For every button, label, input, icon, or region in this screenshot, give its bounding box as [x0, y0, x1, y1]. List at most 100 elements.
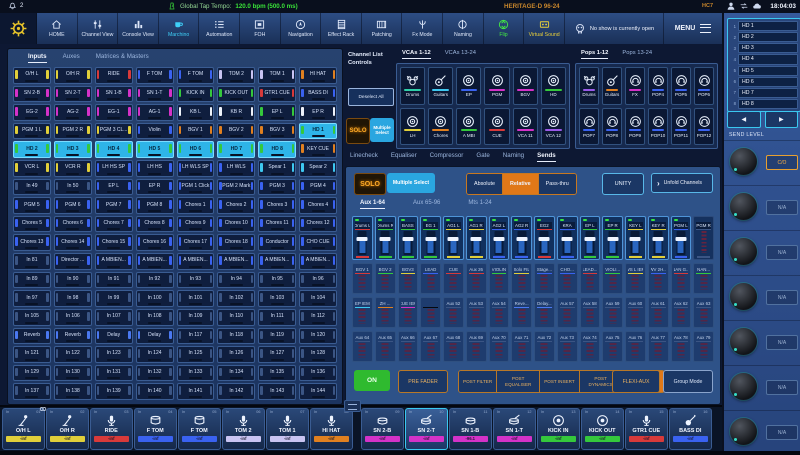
aux-send-strip[interactable]: EP R	[602, 216, 623, 260]
channel-button[interactable]: BGV 2	[217, 123, 255, 140]
aux-send-strip[interactable]: EP L	[580, 216, 601, 260]
channel-button[interactable]: In 98	[54, 290, 92, 307]
aux-send-strip[interactable]: WS L IEM	[625, 263, 646, 294]
rotary-knob[interactable]	[730, 193, 757, 220]
channel-button[interactable]: In 105	[13, 309, 51, 326]
brand-logo[interactable]	[0, 13, 37, 44]
aux-send-strip[interactable]: BGV3	[398, 263, 419, 294]
channel-button[interactable]: In 110	[217, 309, 255, 326]
vca-button[interactable]: VCA 11	[513, 108, 538, 146]
channel-button[interactable]: KEY CUE	[299, 141, 337, 158]
channel-button[interactable]: In 131	[95, 365, 133, 382]
channel-button[interactable]: PGM 8	[136, 197, 174, 214]
channel-button[interactable]: F TOM	[136, 67, 174, 84]
rotary-knob[interactable]	[730, 373, 757, 400]
fader-bank-strip[interactable]: In 09 SN 2-B -inf	[361, 408, 404, 450]
send-mode-button[interactable]: Relative	[503, 174, 539, 194]
panel-drag-handle[interactable]	[344, 400, 361, 412]
channel-button[interactable]: BASS DI	[299, 86, 337, 103]
aux-send-strip[interactable]: Aux 69	[466, 331, 487, 362]
aux-send-strip[interactable]: AG2 R	[511, 216, 532, 260]
fader-bank-strip[interactable]: In 02 O/H R -inf	[46, 408, 89, 450]
channel-button[interactable]: In 124	[136, 346, 174, 363]
channel-button[interactable]: HD 3	[54, 141, 92, 158]
channel-button[interactable]: Delay	[136, 328, 174, 345]
aux-send-strip[interactable]: Aux 60	[625, 297, 646, 328]
channel-button[interactable]: Director ...	[54, 253, 92, 270]
fader-bank-strip[interactable]: In 07 TOM 1 -inf	[266, 408, 309, 450]
channel-button[interactable]: HD 1	[299, 123, 337, 140]
aux-send-strip[interactable]: Aux 79	[693, 331, 714, 362]
hd-list-row[interactable]: 4 HD 4	[730, 54, 798, 64]
bank-right-button[interactable]: ▶	[765, 111, 799, 128]
channel-button[interactable]: In 121	[13, 346, 51, 363]
channel-button[interactable]: Chores 11	[258, 216, 296, 233]
send-fader[interactable]	[472, 231, 481, 255]
channel-button[interactable]: PGM 1 Click	[177, 179, 215, 196]
fader-bank-strip[interactable]: In 03 RIDE -inf	[90, 408, 133, 450]
vca-button[interactable]: HD	[541, 67, 566, 105]
channel-button[interactable]: In 111	[258, 309, 296, 326]
channel-button[interactable]: In 101	[177, 290, 215, 307]
pop-button[interactable]: Drums	[579, 67, 599, 105]
send-fader[interactable]	[540, 231, 549, 255]
menu-item[interactable]: Effect Rack	[321, 13, 362, 44]
knob-assign-button[interactable]: N/A	[766, 245, 798, 260]
channel-button[interactable]: PGM 5	[13, 197, 51, 214]
aux-send-strip[interactable]: Aux 58	[580, 297, 601, 328]
rotary-knob[interactable]	[730, 283, 757, 310]
channel-button[interactable]: PGM 3	[258, 179, 296, 196]
fader-bank-strip[interactable]: In 16 BASS DI -inf	[669, 408, 712, 450]
vca-button[interactable]: Chores	[428, 108, 453, 146]
send-mode-button[interactable]: Pass-thru	[539, 174, 576, 194]
channel-list-tab[interactable]: Inputs	[28, 53, 47, 63]
channel-button[interactable]: In 140	[136, 383, 174, 400]
channel-button[interactable]: In 106	[54, 309, 92, 326]
channel-button[interactable]: In 135	[258, 365, 296, 382]
channel-button[interactable]: LH HS SP	[95, 160, 133, 177]
channel-button[interactable]: HD 5	[136, 141, 174, 158]
fader-cap[interactable]	[584, 237, 595, 241]
aux-send-strip[interactable]: NAN...	[693, 263, 714, 294]
send-fader[interactable]	[517, 231, 526, 255]
process-tab[interactable]: Naming	[503, 152, 524, 162]
channel-button[interactable]: In 138	[54, 383, 92, 400]
vca-button[interactable]: LH	[400, 108, 425, 146]
menu-item[interactable]: Patching	[362, 13, 403, 44]
channel-button[interactable]: Chores 1	[177, 197, 215, 214]
channel-button[interactable]: SN 1-T	[136, 86, 174, 103]
channel-button[interactable]: In 136	[299, 365, 337, 382]
aux-send-strip[interactable]: Aux 76	[625, 331, 646, 362]
channel-button[interactable]: Chores 15	[95, 234, 133, 251]
aux-send-strip[interactable]: EP IEM	[352, 297, 373, 328]
channel-button[interactable]: PGM 2 Mark	[217, 179, 255, 196]
channel-button[interactable]: Delay	[95, 328, 133, 345]
aux-send-strip[interactable]: AG1 R	[466, 216, 487, 260]
aux-send-strip[interactable]: Aux 68	[443, 331, 464, 362]
knob-assign-button[interactable]: C/O	[766, 155, 798, 170]
channel-button[interactable]: Chores 17	[177, 234, 215, 251]
send-fader[interactable]	[403, 231, 412, 255]
channel-button[interactable]: A MBIEN...	[217, 253, 255, 270]
aux-send-strip[interactable]: Aux 67	[420, 331, 441, 362]
channel-button[interactable]: GTR1 CUE	[258, 86, 296, 103]
channel-button[interactable]: EP R	[299, 104, 337, 121]
channel-button[interactable]: PGM 2 R	[54, 123, 92, 140]
hd-list-row[interactable]: 5 HD 5	[730, 66, 798, 76]
channel-button[interactable]: Chores 9	[177, 216, 215, 233]
vca-button[interactable]: EP	[456, 67, 481, 105]
aux-send-strip[interactable]: BASS	[398, 216, 419, 260]
channel-button[interactable]: LH WLS SP	[177, 160, 215, 177]
channel-button[interactable]: In 94	[217, 272, 255, 289]
channel-button[interactable]: Chores 7	[95, 216, 133, 233]
channel-button[interactable]: HD 7	[217, 141, 255, 158]
aux-send-strip[interactable]: Aux 26	[466, 263, 487, 294]
fader-cap[interactable]	[471, 237, 482, 241]
channel-button[interactable]: In 99	[95, 290, 133, 307]
channel-button[interactable]: Spear 2	[299, 160, 337, 177]
channel-button[interactable]: In 97	[13, 290, 51, 307]
channel-button[interactable]: In 137	[13, 383, 51, 400]
send-mode-button[interactable]: Absolute	[467, 174, 503, 194]
channel-button[interactable]: HD 8	[258, 141, 296, 158]
aux-send-strip[interactable]: Solo FIL	[511, 263, 532, 294]
